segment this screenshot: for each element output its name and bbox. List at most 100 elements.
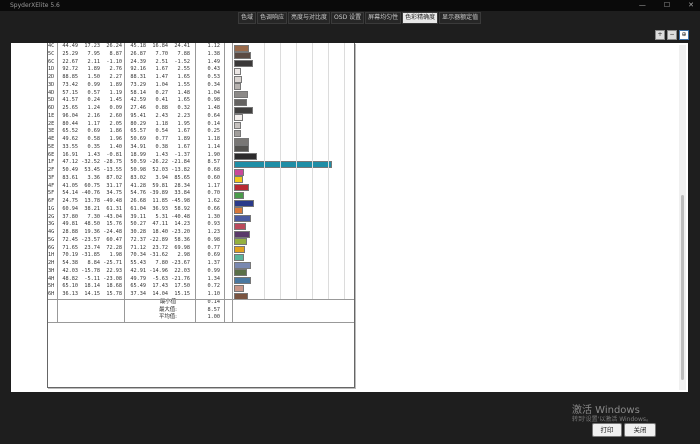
lab-value-cell: 80.29	[130, 120, 146, 127]
patch-id-cell: 6H	[48, 291, 55, 297]
tab-gamut[interactable]: 色域	[238, 12, 257, 24]
table-row: 5G 72.45 -23.57 60.47 72.37 -22.89 58.36 0.98	[48, 236, 354, 246]
tab-brightness-contrast[interactable]: 亮度与对比度	[288, 12, 331, 24]
lab-value-cell: 24.39	[130, 58, 146, 65]
lab-value-cell: 50.49	[62, 167, 78, 173]
lab-value-cell: -1.10	[106, 58, 122, 65]
tab-display-rating[interactable]: 显示器额定值	[439, 12, 482, 24]
table-row: 1H 70.19 -31.85 1.98 70.34 -31.62 2.98 0.69	[48, 252, 354, 261]
lab-value-cell: 1.98	[109, 252, 123, 259]
table-row: 4E 49.62 0.58 1.96 50.69 0.77 1.89 1.18	[48, 136, 354, 145]
tab-tone-response[interactable]: 色调响应	[257, 12, 288, 24]
lab-value-cell: 1.45	[109, 97, 123, 104]
table-row: 3E 65.52 0.69 1.86 65.57 0.54 1.67 0.25	[48, 128, 354, 137]
lab-value-cell: 49.81	[62, 221, 78, 228]
scrollbar-thumb[interactable]	[681, 195, 684, 380]
table-row: 6C 22.67 2.11 -1.10 24.39 2.51 -1.52 1.49	[48, 59, 354, 67]
lab-value-cell: 65.57	[130, 128, 146, 135]
patch-id-cell: 5F	[48, 190, 55, 197]
patch-id-cell: 1H	[48, 252, 55, 259]
lab-value-cell: 37.34	[130, 291, 146, 297]
table-column-rule	[124, 43, 125, 322]
lab-value-cell: 0.41	[155, 97, 169, 104]
lab-value-cell: 14.23	[174, 221, 190, 228]
lab-value-cell: 96.04	[62, 112, 78, 119]
lab-value-cell: 42.91	[130, 267, 146, 274]
patch-id-cell: 5E	[48, 143, 55, 150]
lab-value-cell: 1.89	[109, 81, 123, 88]
lab-value-cell: -25.71	[103, 260, 122, 266]
delta-e-cell: 0.98	[207, 236, 221, 243]
close-window-button[interactable]: ✕	[688, 0, 694, 11]
lab-value-cell: 70.19	[62, 252, 78, 259]
lab-value-cell: 39.11	[130, 213, 146, 220]
lab-value-cell: 2.98	[177, 252, 191, 259]
lab-value-cell: 49.62	[62, 136, 78, 142]
lab-value-cell: -1.52	[174, 58, 190, 65]
lab-value-cell: 73.42	[62, 81, 78, 88]
lab-value-cell: 47.12	[62, 159, 78, 166]
lab-value-cell: 3.36	[87, 174, 101, 181]
delta-e-cell: 8.57	[207, 159, 221, 166]
minimize-button[interactable]: —	[639, 0, 646, 11]
lab-value-cell: -45.98	[171, 198, 190, 204]
table-row: 5F 54.14 -40.76 34.75 54.76 -39.89 33.84 0.70	[48, 190, 354, 199]
summary-label: 最小值	[159, 298, 177, 305]
delta-e-cell: 0.64	[207, 112, 221, 119]
lab-value-cell: 52.03	[152, 167, 168, 173]
chart-gridline	[280, 43, 281, 299]
lab-value-cell: 92.16	[130, 66, 146, 73]
patch-id-cell: 1E	[48, 112, 55, 119]
delta-e-cell: 0.60	[207, 174, 221, 181]
zoom-fit-icon[interactable]: ⊕	[679, 30, 689, 40]
close-button[interactable]: 关闭	[624, 423, 656, 437]
lab-value-cell: 48.82	[62, 275, 78, 282]
lab-value-cell: 50.27	[130, 221, 146, 228]
patch-id-cell: 4G	[48, 229, 55, 235]
patch-id-cell: 6F	[48, 198, 55, 204]
lab-value-cell: 72.37	[130, 236, 146, 243]
zoom-out-icon[interactable]: −	[667, 30, 677, 40]
lab-value-cell: 1.67	[155, 66, 169, 73]
lab-value-cell: 53.45	[84, 167, 100, 173]
lab-value-cell: -26.22	[149, 159, 168, 166]
patch-id-cell: 5D	[48, 97, 55, 104]
lab-value-cell: 18.68	[106, 283, 122, 290]
delta-e-cell: 0.99	[207, 267, 221, 274]
lab-value-cell: 2.76	[109, 66, 123, 73]
tab-screen-uniformity[interactable]: 屏幕均匀性	[365, 12, 402, 24]
lab-value-cell: 0.77	[155, 136, 169, 142]
lab-value-cell: 0.32	[177, 105, 191, 111]
patch-id-cell: 3E	[48, 128, 55, 135]
lab-value-cell: 1.47	[155, 74, 169, 80]
maximize-button[interactable]: ☐	[664, 0, 670, 11]
summary-label: 平均值:	[159, 314, 177, 321]
delta-e-cell: 0.66	[207, 205, 221, 212]
zoom-in-icon[interactable]: +	[655, 30, 665, 40]
table-row: 4D 57.15 0.57 1.19 58.14 0.27 1.48 1.04	[48, 90, 354, 98]
lab-value-cell: 1.19	[109, 89, 123, 96]
table-bottom-rule	[48, 322, 354, 323]
lab-value-cell: 1.24	[87, 105, 101, 111]
lab-value-cell: 7.95	[87, 50, 101, 57]
lab-value-cell: 22.93	[106, 267, 122, 274]
lab-value-cell: 14.15	[84, 291, 100, 297]
lab-value-cell: 72.45	[62, 236, 78, 243]
lab-value-cell: 26.68	[130, 198, 146, 204]
zoom-toolbar: + − ⊕	[655, 30, 689, 40]
lab-value-cell: 17.50	[174, 283, 190, 290]
patch-id-cell: 1G	[48, 205, 55, 212]
delta-e-cell: 1.37	[207, 260, 221, 266]
patch-id-cell: 1D	[48, 66, 55, 73]
table-row: 2D 88.85 1.50 2.27 88.31 1.47 1.65 0.53	[48, 74, 354, 83]
lab-value-cell: 18.99	[130, 151, 146, 158]
lab-value-cell: 2.23	[177, 112, 191, 119]
lab-value-cell: 14.04	[152, 291, 168, 297]
tab-osd-settings[interactable]: OSD 设置	[331, 12, 365, 24]
lab-value-cell: 1.04	[155, 81, 169, 88]
lab-value-cell: -49.48	[103, 198, 122, 204]
patch-id-cell: 4C	[48, 43, 55, 49]
tab-color-accuracy[interactable]: 色彩精确度	[402, 12, 439, 24]
lab-value-cell: 58.36	[174, 236, 190, 243]
print-button[interactable]: 打印	[592, 423, 622, 437]
